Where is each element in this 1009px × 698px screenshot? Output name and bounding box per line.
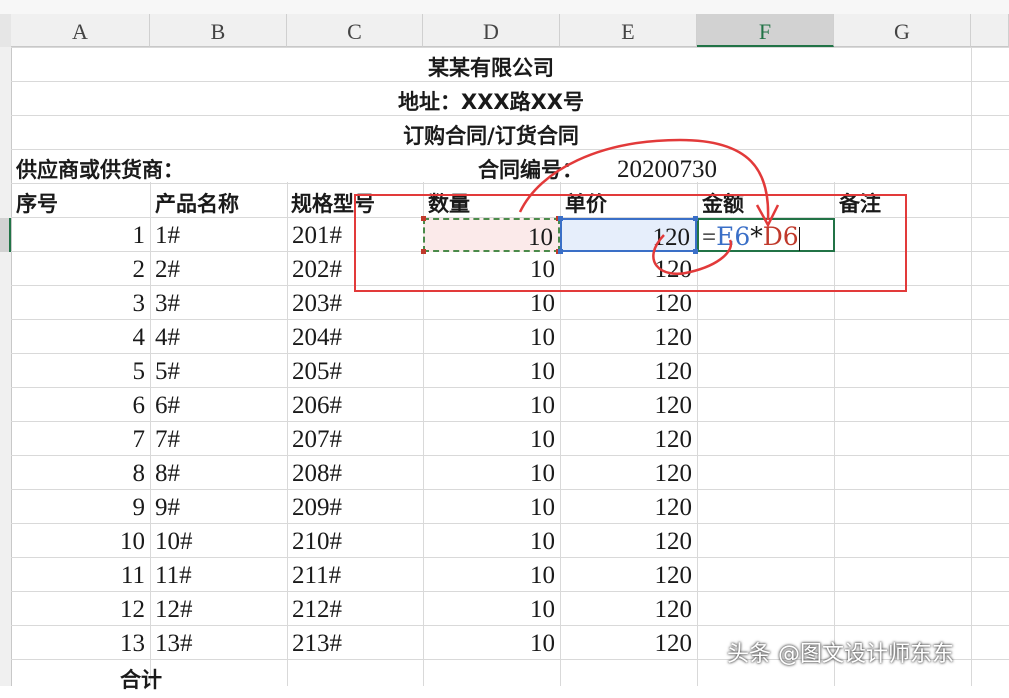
arrow-to-e6-curve: [652, 234, 733, 275]
e6-resize-handle[interactable]: [693, 216, 698, 221]
annotation-arrows: [518, 138, 780, 275]
e6-resize-handle[interactable]: [558, 249, 563, 254]
e6-resize-handle[interactable]: [558, 216, 563, 221]
watermark: 头条 @图文设计师东东: [727, 642, 954, 667]
spreadsheet: A B C D E F G 某某有限公司 地址：XXX路XX号 订购合同/订货合…: [0, 0, 1009, 692]
arrow-to-d6-curve: [518, 138, 770, 221]
e6-resize-handle[interactable]: [693, 249, 698, 254]
d6-resize-handle[interactable]: [421, 216, 426, 221]
d6-resize-handle[interactable]: [421, 249, 426, 254]
